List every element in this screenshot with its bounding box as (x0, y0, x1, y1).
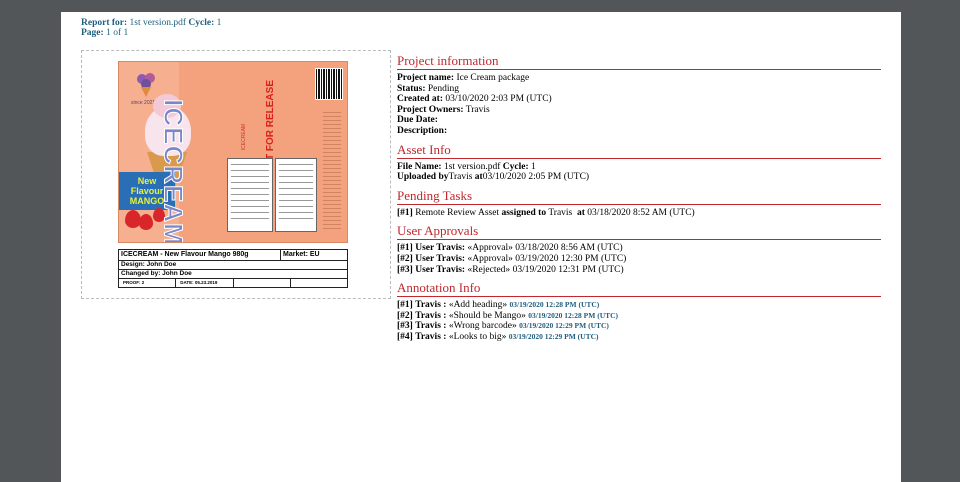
report-for-label: Report for: (81, 18, 128, 28)
nutrition-panel-2 (275, 158, 317, 232)
asset-file: 1st version.pdf (443, 161, 501, 172)
project-owners: Travis (465, 104, 490, 115)
project-name-line: Project name: Ice Cream package (397, 73, 530, 83)
brand-small-text: ICECREAM (241, 123, 248, 151)
info-row-proof: PROOF: 2 DATE: 05.23.2019 (119, 279, 347, 287)
artwork-info-table: ICECREAM - New Flavour Mango 980g Market… (118, 249, 348, 288)
annotation-item: [#3] Travis : «Wrong barcode» 03/19/2020… (397, 321, 609, 332)
approval-item: [#2] User Travis: «Approval» 03/19/2020 … (397, 253, 627, 264)
market: Market: EU (283, 251, 320, 258)
uploaded-by: Travis (448, 172, 473, 183)
project-created: 03/10/2020 2:03 PM (UTC) (445, 94, 552, 105)
page-line: Page: 1 of 1 (81, 28, 221, 38)
nutrition-panel (227, 158, 273, 232)
info-row-product: ICECREAM - New Flavour Mango 980g Market… (119, 250, 347, 261)
created-line: Created at: 03/10/2020 2:03 PM (UTC) (397, 94, 552, 105)
empty-cell (234, 279, 291, 287)
asset-cycle: 1 (531, 161, 536, 172)
artwork-image: since 2021 New Flavour MANGO ICECREAM NO… (118, 61, 348, 243)
project-name: Ice Cream package (456, 73, 530, 83)
annotation-item: [#2] Travis : «Should be Mango» 03/19/20… (397, 310, 619, 321)
empty-cell (291, 279, 347, 287)
report-details: Project information Project name: Ice Cr… (397, 54, 881, 343)
report-for-line: Report for: 1st version.pdf Cycle: 1 (81, 18, 221, 28)
due-date-line: Due Date: (397, 115, 438, 126)
artwork-title: ICECREAM (158, 99, 189, 243)
page-number: 1 of 1 (106, 28, 129, 38)
viewer-top-bar (0, 0, 960, 12)
report-header: Report for: 1st version.pdf Cycle: 1 Pag… (81, 18, 221, 38)
since-text: since 2021 (131, 100, 156, 106)
ingredients-text-block (323, 112, 341, 232)
report-page: Report for: 1st version.pdf Cycle: 1 Pag… (61, 12, 901, 482)
artwork-thumbnail-frame[interactable]: since 2021 New Flavour MANGO ICECREAM NO… (81, 50, 391, 299)
section-title-annotation-info: Annotation Info (397, 281, 881, 298)
changed-by: Changed by: John Doe (119, 270, 347, 279)
annotation-item: [#4] Travis : «Looks to big» 03/19/2020 … (397, 331, 599, 342)
approval-item: [#1] User Travis: «Approval» 03/18/2020 … (397, 243, 623, 254)
approval-item: [#3] User Travis: «Rejected» 03/19/2020 … (397, 264, 624, 275)
report-cycle: 1 (216, 18, 222, 28)
pending-task-item: [#1] Remote Review Asset assigned to Tra… (397, 207, 695, 218)
status-line: Status: Pending (397, 83, 460, 94)
product-name: ICECREAM - New Flavour Mango 980g (119, 250, 281, 260)
report-cycle-label: Cycle: (188, 18, 215, 28)
uploaded-at: 03/10/2020 2:05 PM (UTC) (482, 172, 590, 183)
section-title-project-information: Project information (397, 54, 881, 70)
report-file: 1st version.pdf (129, 18, 187, 28)
strawberry-icon (139, 214, 153, 230)
section-title-user-approvals: User Approvals (397, 224, 881, 241)
page-label: Page: (81, 28, 104, 38)
design-by: Design: John Doe (119, 261, 347, 270)
asset-file-line: File Name: 1st version.pdf Cycle: 1 (397, 161, 536, 172)
description-line: Description: (397, 125, 448, 136)
project-status: Pending (427, 83, 460, 94)
barcode-icon (315, 68, 343, 100)
owners-line: Project Owners: Travis (397, 104, 490, 115)
section-title-asset-info: Asset Info (397, 142, 881, 159)
annotation-item: [#1] Travis : «Add heading» 03/19/2020 1… (397, 300, 600, 311)
asset-uploaded-line: Uploaded byTravis at03/10/2020 2:05 PM (… (397, 172, 590, 183)
proof-date: DATE: 05.23.2019 (176, 279, 234, 287)
proof: PROOF: 2 (119, 279, 177, 287)
section-title-pending-tasks: Pending Tasks (397, 188, 881, 205)
